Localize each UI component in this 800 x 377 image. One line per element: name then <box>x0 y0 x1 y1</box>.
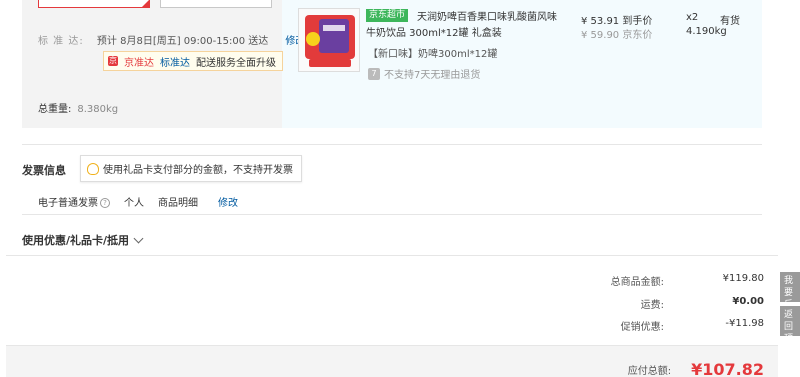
coupon-toggle[interactable]: 使用优惠/礼品卡/抵用 <box>22 232 144 248</box>
divider <box>22 144 762 145</box>
summary-goods-row: 总商品金额: ¥119.80 <box>554 273 764 288</box>
help-icon[interactable]: ? <box>100 198 110 208</box>
summary-promo-row: 促销优惠: -¥11.98 <box>554 318 764 333</box>
product-weight: 4.190kg <box>686 26 727 37</box>
promo-label: 促销优惠: <box>620 322 664 333</box>
product-price: ¥ 53.91 到手价 <box>581 16 653 27</box>
product-thumbnail[interactable] <box>298 8 360 72</box>
back-to-top-label: 返回顶部 <box>784 310 794 336</box>
coupon-label: 使用优惠/礼品卡/抵用 <box>22 234 130 247</box>
stock-status: 有货 <box>720 16 740 27</box>
invoice-tip-text: 使用礼品卡支付部分的金额，不支持开发票 <box>103 165 293 176</box>
weight-value: 8.380kg <box>77 104 119 115</box>
feedback-button[interactable]: 我要反馈 <box>780 272 800 302</box>
no-return-icon: 7 <box>368 67 380 80</box>
invoice-title: 发票信息 <box>22 164 66 177</box>
weight-label: 总重量: <box>38 104 72 115</box>
shipping-time: 预计 8月8日[周五] 09:00-15:00 送达 <box>96 36 269 47</box>
freight-value: ¥0.00 <box>732 296 764 307</box>
no-return-note: 7 不支持7天无理由退货 <box>368 66 480 81</box>
product-name[interactable]: 天润奶啤百香果口味乳酸菌风味 <box>417 10 567 26</box>
promo-value: -¥11.98 <box>725 318 764 329</box>
invoice-details: 电子普通发票? 个人 商品明细 修改 <box>38 194 238 209</box>
invoice-type: 电子普通发票? <box>38 194 110 209</box>
total-weight: 总重量: 8.380kg <box>38 100 118 115</box>
shipping-time-row: 标 准 达: 预计 8月8日[周五] 09:00-15:00 送达 修改 <box>38 32 305 47</box>
invoice-type-text: 电子普通发票 <box>38 198 98 209</box>
freight-label: 运费: <box>640 300 664 311</box>
product-quantity: x2 <box>686 12 699 23</box>
product-name-line2[interactable]: 牛奶饮品 300ml*12罐 礼盒装 <box>366 26 566 42</box>
jzd-label: 京准达 <box>124 57 154 69</box>
divider <box>22 214 762 215</box>
invoice-holder: 个人 <box>124 198 144 209</box>
invoice-tooltip: 使用礼品卡支付部分的金额，不支持开发票 <box>80 155 302 182</box>
total-value: ¥107.82 <box>691 360 764 377</box>
chevron-down-icon <box>133 233 144 243</box>
upgrade-text: 配送服务全面升级 <box>196 57 276 69</box>
product-image-icon <box>299 9 359 71</box>
no-return-text: 不支持7天无理由退货 <box>384 70 481 81</box>
total-payable: 应付总额: ¥107.82 <box>628 360 764 377</box>
invoice-edit-link[interactable]: 修改 <box>218 194 238 209</box>
invoice-content: 商品明细 <box>158 198 198 209</box>
bzd-label: 标准达 <box>160 57 190 69</box>
shipping-label: 标 准 达: <box>38 36 84 47</box>
summary-freight-row: 运费: ¥0.00 <box>554 296 764 311</box>
feedback-label: 我要反馈 <box>784 276 794 302</box>
back-to-top-button[interactable]: 返回顶部 <box>780 306 800 336</box>
delivery-upgrade-banner[interactable]: 京 京准达 标准达 配送服务全面升级 <box>103 51 283 71</box>
shipping-option-selected[interactable] <box>38 0 150 8</box>
product-spec: 【新口味】奶啤300ml*12罐 <box>368 49 498 60</box>
jd-supermarket-tag: 京东超市 <box>366 9 409 22</box>
lightbulb-icon <box>87 162 99 175</box>
total-label: 应付总额: <box>627 366 672 377</box>
product-original-price: ¥ 59.90 京东价 <box>581 30 653 41</box>
jd-logo-icon: 京 <box>108 56 118 66</box>
goods-amount-label: 总商品金额: <box>610 277 664 288</box>
shipping-option[interactable] <box>160 0 272 8</box>
goods-amount-value: ¥119.80 <box>722 273 764 284</box>
